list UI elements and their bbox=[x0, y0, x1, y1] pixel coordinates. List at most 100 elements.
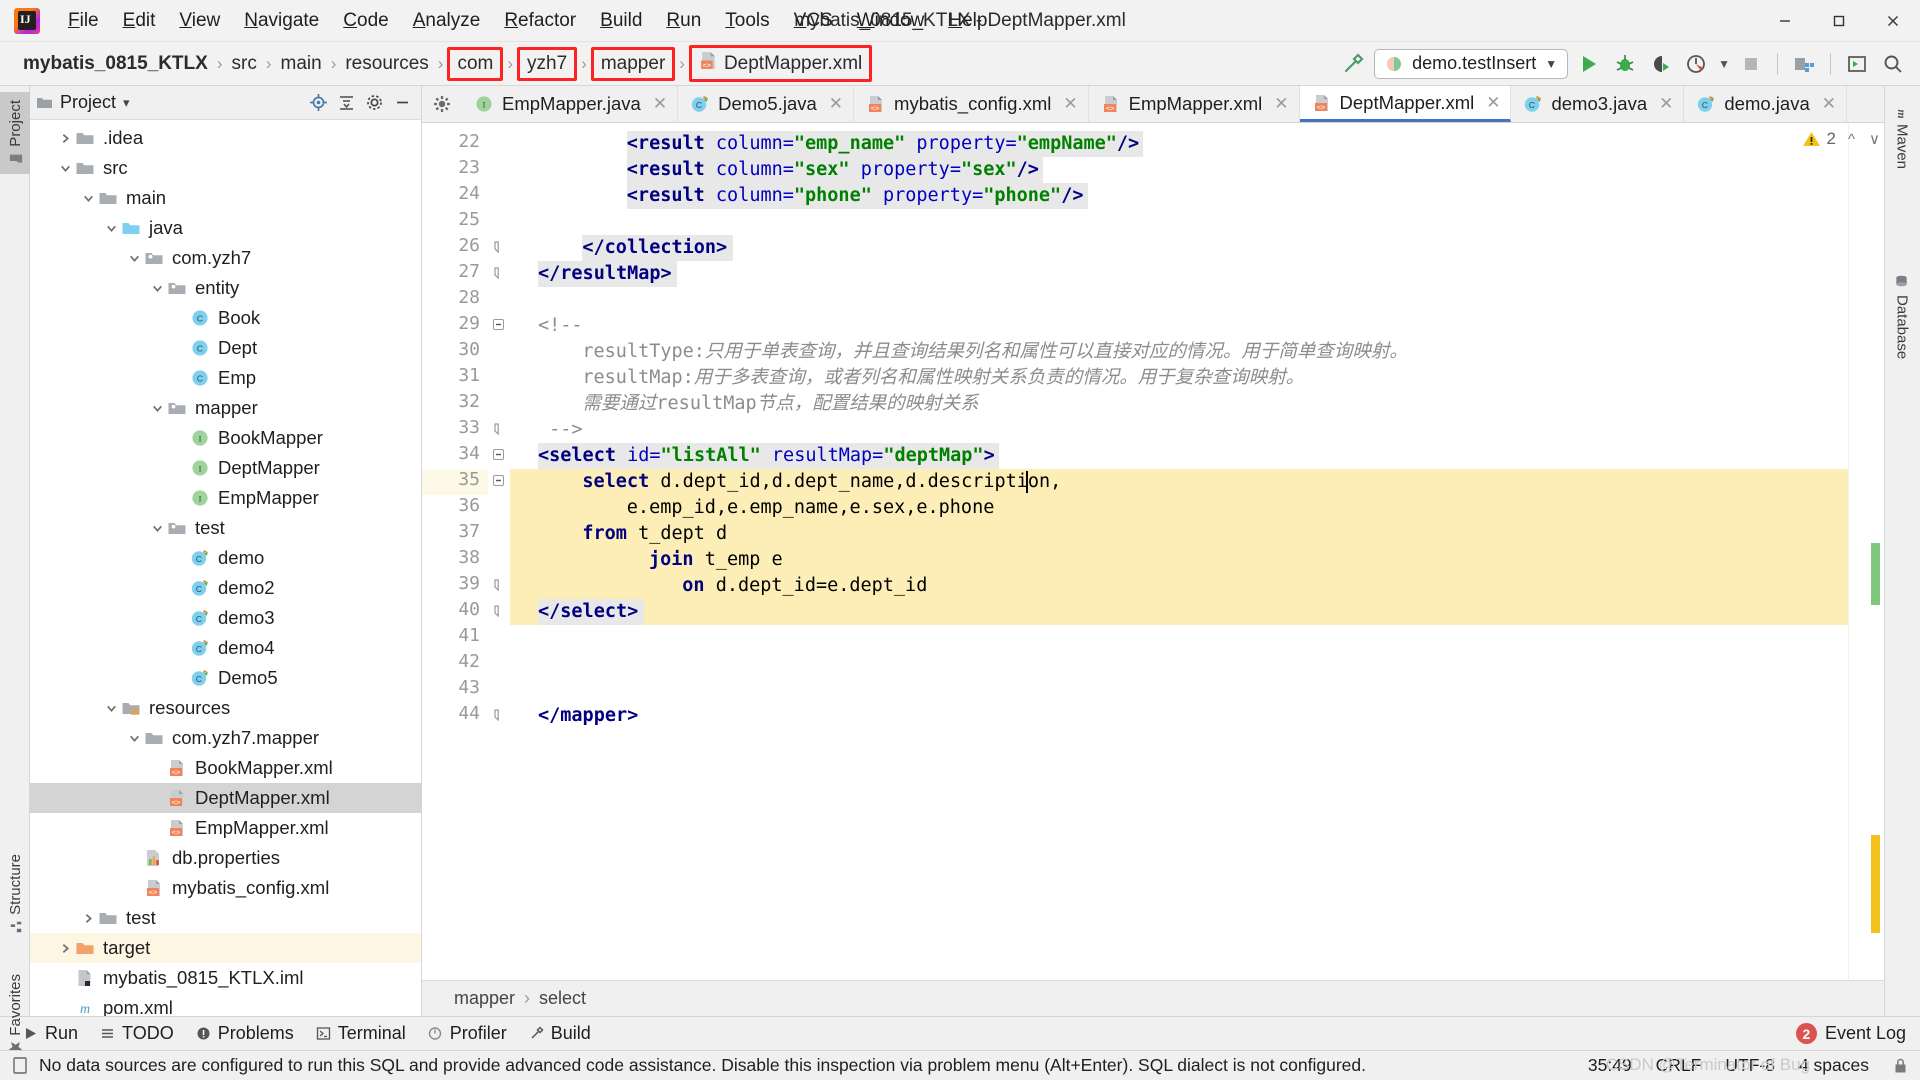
code-folding-gutter[interactable] bbox=[488, 123, 510, 980]
code-line[interactable] bbox=[510, 287, 1848, 313]
code-line[interactable]: <result column="phone" property="phone"/… bbox=[510, 183, 1848, 209]
tree-item-deptmapper-xml[interactable]: <> DeptMapper.xml bbox=[30, 783, 421, 813]
run-toolbar[interactable]: demo.testInsert ▼ ▼ bbox=[1338, 48, 1920, 79]
code-line[interactable] bbox=[510, 625, 1848, 651]
code-line[interactable]: on d.dept_id=e.dept_id bbox=[510, 573, 1848, 599]
editor-tab-demo5-java[interactable]: C Demo5.java ✕ bbox=[678, 86, 855, 122]
event-log-label[interactable]: Event Log bbox=[1825, 1023, 1906, 1044]
menu-item-run[interactable]: Run bbox=[654, 6, 713, 36]
tree-item-bookmapper[interactable]: I BookMapper bbox=[30, 423, 421, 453]
fold-end-icon[interactable] bbox=[492, 422, 505, 436]
close-tab-icon[interactable]: ✕ bbox=[1274, 94, 1288, 114]
fold-end-icon[interactable] bbox=[492, 708, 505, 722]
code-line[interactable] bbox=[510, 209, 1848, 235]
chevron-right-icon[interactable] bbox=[57, 940, 74, 957]
tool-window-profiler[interactable]: Profiler bbox=[419, 1020, 516, 1047]
breadcrumb-item-resources[interactable]: resources bbox=[338, 50, 435, 78]
menu-bar[interactable]: File Edit View Navigate Code Analyze Refactor B… bbox=[56, 6, 999, 36]
tree-item-empmapper[interactable]: I EmpMapper bbox=[30, 483, 421, 513]
tree-item-test[interactable]: test bbox=[30, 513, 421, 543]
code-line[interactable]: e.emp_id,e.emp_name,e.sex,e.phone bbox=[510, 495, 1848, 521]
close-tab-icon[interactable]: ✕ bbox=[1486, 93, 1500, 113]
project-view-dropdown-icon[interactable]: ▾ bbox=[123, 95, 130, 111]
chevron-down-icon[interactable] bbox=[149, 280, 166, 297]
editor-breadcrumb[interactable]: mapper › select bbox=[422, 980, 1884, 1016]
run-with-coverage-icon[interactable] bbox=[1646, 49, 1676, 79]
tree-item-db-properties[interactable]: db.properties bbox=[30, 843, 421, 873]
editor-tab-bar[interactable]: I EmpMapper.java ✕ C Demo5.java ✕ <> mybatis_co… bbox=[422, 86, 1884, 123]
code-line[interactable] bbox=[510, 677, 1848, 703]
tree-item--idea[interactable]: .idea bbox=[30, 123, 421, 153]
maximize-button[interactable] bbox=[1812, 0, 1866, 42]
code-line[interactable]: from t_dept d bbox=[510, 521, 1848, 547]
chevron-down-icon[interactable] bbox=[126, 250, 143, 267]
editor-tab-deptmapper-xml[interactable]: <> DeptMapper.xml ✕ bbox=[1299, 86, 1512, 122]
code-line[interactable]: </mapper> bbox=[510, 703, 1848, 729]
inspection-widget[interactable]: 2 ^ ∨ bbox=[1802, 129, 1880, 149]
chevron-down-icon[interactable] bbox=[149, 520, 166, 537]
close-tab-icon[interactable]: ✕ bbox=[1822, 94, 1836, 114]
tree-item-src[interactable]: src bbox=[30, 153, 421, 183]
tree-item-empmapper-xml[interactable]: <> EmpMapper.xml bbox=[30, 813, 421, 843]
tree-item-demo2[interactable]: Cdemo2 bbox=[30, 573, 421, 603]
tool-window-terminal[interactable]: Terminal bbox=[307, 1020, 415, 1047]
inspection-doc-icon[interactable] bbox=[12, 1056, 29, 1075]
run-icon[interactable] bbox=[1574, 49, 1604, 79]
tree-item-demo5[interactable]: C Demo5 bbox=[30, 663, 421, 693]
tree-item-demo4[interactable]: Cdemo4 bbox=[30, 633, 421, 663]
editor-breadcrumb-item-mapper[interactable]: mapper bbox=[454, 988, 515, 1009]
tool-strip-project[interactable]: Project bbox=[0, 92, 30, 174]
tab-list-icon[interactable] bbox=[422, 86, 462, 122]
tree-item-java[interactable]: java bbox=[30, 213, 421, 243]
chevron-down-icon[interactable] bbox=[80, 190, 97, 207]
run-configuration-selector[interactable]: demo.testInsert ▼ bbox=[1374, 48, 1569, 79]
code-line[interactable]: resultMap:用于多表查询，或者列名和属性映射关系负责的情况。用于复杂查询… bbox=[510, 365, 1848, 391]
fold-end-icon[interactable] bbox=[492, 266, 505, 280]
tree-item-target[interactable]: target bbox=[30, 933, 421, 963]
tool-window-build[interactable]: Build bbox=[520, 1020, 600, 1047]
close-button[interactable] bbox=[1866, 0, 1920, 42]
chevron-down-icon[interactable] bbox=[103, 220, 120, 237]
menu-item-navigate[interactable]: Navigate bbox=[232, 6, 331, 36]
fold-start-icon[interactable] bbox=[492, 448, 505, 461]
tree-item-mapper[interactable]: mapper bbox=[30, 393, 421, 423]
tool-window-problems[interactable]: Problems bbox=[187, 1020, 303, 1047]
tree-item-main[interactable]: main bbox=[30, 183, 421, 213]
editor-breadcrumb-item-select[interactable]: select bbox=[539, 988, 586, 1009]
close-tab-icon[interactable]: ✕ bbox=[653, 94, 667, 114]
tree-item-demo3[interactable]: Cdemo3 bbox=[30, 603, 421, 633]
chevron-down-icon[interactable] bbox=[126, 730, 143, 747]
tree-item-demo[interactable]: Cdemo bbox=[30, 543, 421, 573]
menu-item-vcs[interactable]: VCS bbox=[782, 6, 845, 36]
locate-icon[interactable] bbox=[306, 90, 331, 115]
settings-gear-icon[interactable] bbox=[362, 90, 387, 115]
code-line[interactable]: <result column="sex" property="sex"/> bbox=[510, 157, 1848, 183]
minimize-button[interactable] bbox=[1758, 0, 1812, 42]
project-structure-icon[interactable] bbox=[1789, 49, 1819, 79]
fold-end-icon[interactable] bbox=[492, 604, 505, 618]
menu-item-refactor[interactable]: Refactor bbox=[492, 6, 588, 36]
fold-start-icon[interactable] bbox=[492, 318, 505, 331]
tool-strip-structure[interactable]: Structure bbox=[0, 846, 30, 942]
chevron-down-icon[interactable] bbox=[103, 700, 120, 717]
tree-item-com-yzh7[interactable]: com.yzh7 bbox=[30, 243, 421, 273]
inspection-sidebar[interactable]: 2 ^ ∨ bbox=[1802, 123, 1884, 980]
close-tab-icon[interactable]: ✕ bbox=[829, 94, 843, 114]
fold-end-icon[interactable] bbox=[492, 240, 505, 254]
tree-item-pom-xml[interactable]: m pom.xml bbox=[30, 993, 421, 1016]
editor-tab-empmapper-java[interactable]: I EmpMapper.java ✕ bbox=[462, 86, 679, 122]
editor-tab-demo3-java[interactable]: Cdemo3.java ✕ bbox=[1511, 86, 1685, 122]
hide-panel-icon[interactable] bbox=[390, 90, 415, 115]
tree-item-dept[interactable]: C Dept bbox=[30, 333, 421, 363]
tree-item-entity[interactable]: entity bbox=[30, 273, 421, 303]
search-icon[interactable] bbox=[1878, 49, 1908, 79]
menu-item-code[interactable]: Code bbox=[331, 6, 400, 36]
tool-strip-database[interactable]: Database bbox=[1884, 266, 1920, 367]
code-line[interactable]: resultType:只用于单表查询，并且查询结果列名和属性可以直接对应的情况。… bbox=[510, 339, 1848, 365]
breadcrumb[interactable]: mybatis_0815_KTLX › src › main › resources › com… bbox=[16, 45, 874, 82]
tree-item-deptmapper[interactable]: I DeptMapper bbox=[30, 453, 421, 483]
tree-item-resources[interactable]: resources bbox=[30, 693, 421, 723]
menu-item-analyze[interactable]: Analyze bbox=[401, 6, 493, 36]
breadcrumb-item-com[interactable]: com bbox=[447, 46, 504, 81]
breadcrumb-item-main[interactable]: main bbox=[274, 50, 329, 78]
